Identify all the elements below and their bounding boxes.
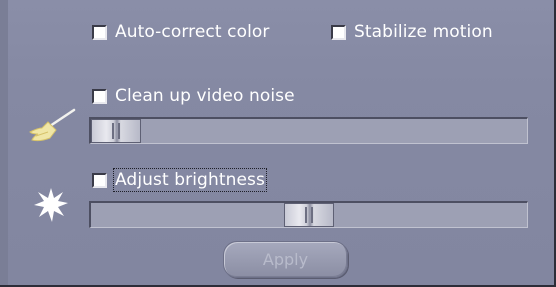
brightness-slider-thumb[interactable] [284, 203, 334, 227]
brightness-slider-grip [311, 207, 313, 223]
sun-burst-icon [34, 188, 68, 222]
clean-up-video-noise-label[interactable]: Clean up video noise [115, 86, 295, 106]
adjust-brightness-label[interactable]: Adjust brightness [113, 168, 267, 192]
stabilize-motion-option[interactable]: Stabilize motion [331, 20, 493, 44]
auto-correct-color-checkbox[interactable] [92, 24, 107, 40]
noise-slider-thumb[interactable] [91, 119, 141, 143]
noise-slider-grip [118, 123, 120, 139]
clean-up-video-noise-option[interactable]: Clean up video noise [92, 84, 295, 108]
auto-correct-color-option[interactable]: Auto-correct color [92, 20, 270, 44]
clean-up-video-noise-checkbox[interactable] [92, 88, 107, 104]
video-enhancement-panel: Auto-correct color Stabilize motion Clea… [0, 0, 556, 287]
auto-correct-color-label[interactable]: Auto-correct color [115, 22, 270, 42]
brightness-slider-grip [305, 207, 307, 223]
stabilize-motion-checkbox[interactable] [331, 24, 346, 40]
stabilize-motion-label[interactable]: Stabilize motion [354, 22, 493, 42]
adjust-brightness-checkbox[interactable] [92, 172, 107, 188]
apply-button[interactable]: Apply [223, 241, 348, 278]
adjust-brightness-option[interactable]: Adjust brightness [92, 168, 267, 192]
broom-icon [29, 108, 76, 142]
noise-level-slider[interactable] [89, 117, 528, 144]
brightness-level-slider[interactable] [89, 201, 528, 228]
panel-left-edge [0, 0, 8, 285]
noise-slider-grip [112, 123, 114, 139]
